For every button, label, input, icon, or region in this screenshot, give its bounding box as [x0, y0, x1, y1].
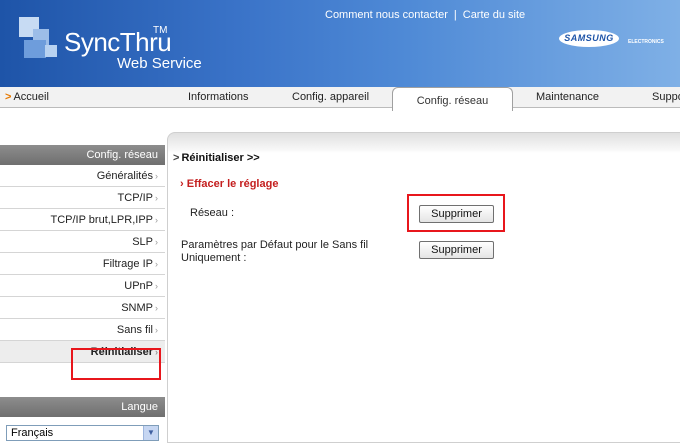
nav-tab-maintenance[interactable]: Maintenance [536, 91, 599, 103]
chevron-right-icon: › [155, 215, 158, 225]
nav-home-label: Accueil [13, 91, 49, 103]
chevron-right-icon: › [155, 281, 158, 291]
sidebar-item-sans-fil[interactable]: Sans fil › [0, 319, 165, 341]
sidebar-header: Config. réseau [0, 145, 165, 165]
chevron-right-icon: › [155, 259, 158, 269]
app-logo-subtitle: Web Service [117, 55, 202, 72]
arrow-right-icon: > [5, 91, 12, 103]
nav-tab-config-appareil[interactable]: Config. appareil [292, 91, 369, 103]
language-header: Langue [0, 397, 165, 417]
main-nav: > Accueil Informations Config. appareil M… [0, 87, 680, 108]
samsung-logo: SAMSUNG [559, 30, 619, 47]
sidebar-item-tcpip[interactable]: TCP/IP › [0, 187, 165, 209]
nav-tab-support[interactable]: Support [652, 91, 680, 103]
highlight-box-reinitialiser [71, 348, 161, 380]
contact-link[interactable]: Comment nous contacter [325, 9, 448, 21]
reseau-label: Réseau : [190, 207, 235, 219]
sitemap-link[interactable]: Carte du site [463, 9, 525, 21]
sidebar-item-label: TCP/IP [117, 192, 153, 204]
section-title-label: Effacer le réglage [186, 178, 279, 190]
sidebar-item-label: UPnP [124, 280, 153, 292]
app-logo-trademark: TM [153, 25, 168, 36]
sidebar-item-upnp[interactable]: UPnP › [0, 275, 165, 297]
logo-square [24, 40, 46, 58]
link-separator: | [453, 9, 457, 21]
chevron-right-icon: › [155, 171, 158, 181]
sidebar-item-label: SNMP [121, 302, 153, 314]
bullet-icon: › [180, 178, 184, 190]
header-banner: SyncThru TM Web Service Comment nous con… [0, 0, 680, 87]
chevron-right-icon: › [155, 193, 158, 203]
sidebar-item-label: Filtrage IP [102, 258, 153, 270]
chevron-right-icon: › [155, 237, 158, 247]
nav-tab-config-reseau[interactable]: Config. réseau [392, 87, 513, 111]
chevron-right-icon: › [155, 303, 158, 313]
sidebar-item-filtrage-ip[interactable]: Filtrage IP › [0, 253, 165, 275]
highlight-box-supprimer [407, 194, 505, 232]
sidebar-item-tcpip-brut[interactable]: TCP/IP brut,LPR,IPP › [0, 209, 165, 231]
supprimer-sans-fil-button[interactable]: Supprimer [419, 241, 494, 259]
logo-square [45, 45, 57, 57]
page: SyncThru TM Web Service Comment nous con… [0, 0, 680, 443]
nav-home[interactable]: > Accueil [5, 91, 49, 103]
sidebar-item-generalites[interactable]: Généralités › [0, 165, 165, 187]
sidebar-item-snmp[interactable]: SNMP › [0, 297, 165, 319]
sidebar: Config. réseau Généralités › TCP/IP › TCP/… [0, 145, 165, 363]
language-select-value: Français [11, 427, 54, 439]
sidebar-item-label: Sans fil [116, 324, 153, 336]
breadcrumb: > Réinitialiser >> [173, 152, 260, 164]
chevron-down-icon[interactable]: ▼ [143, 426, 158, 440]
sidebar-item-slp[interactable]: SLP › [0, 231, 165, 253]
section-title: › Effacer le réglage [180, 178, 278, 190]
language-select[interactable]: Français ▼ [6, 425, 159, 441]
nav-tab-informations[interactable]: Informations [188, 91, 249, 103]
arrow-right-icon: > [173, 152, 180, 164]
chevron-right-icon: › [155, 325, 158, 335]
top-links: Comment nous contacter | Carte du site [325, 9, 525, 21]
breadcrumb-label: Réinitialiser >> [181, 152, 260, 164]
samsung-electronics-label: ELECTRONICS [628, 39, 664, 45]
sidebar-item-label: SLP [132, 236, 153, 248]
sidebar-item-label: Généralités [96, 170, 153, 182]
sans-fil-defaut-label: Paramètres par Défaut pour le Sans fil U… [181, 239, 369, 264]
sidebar-item-label: TCP/IP brut,LPR,IPP [50, 214, 153, 226]
